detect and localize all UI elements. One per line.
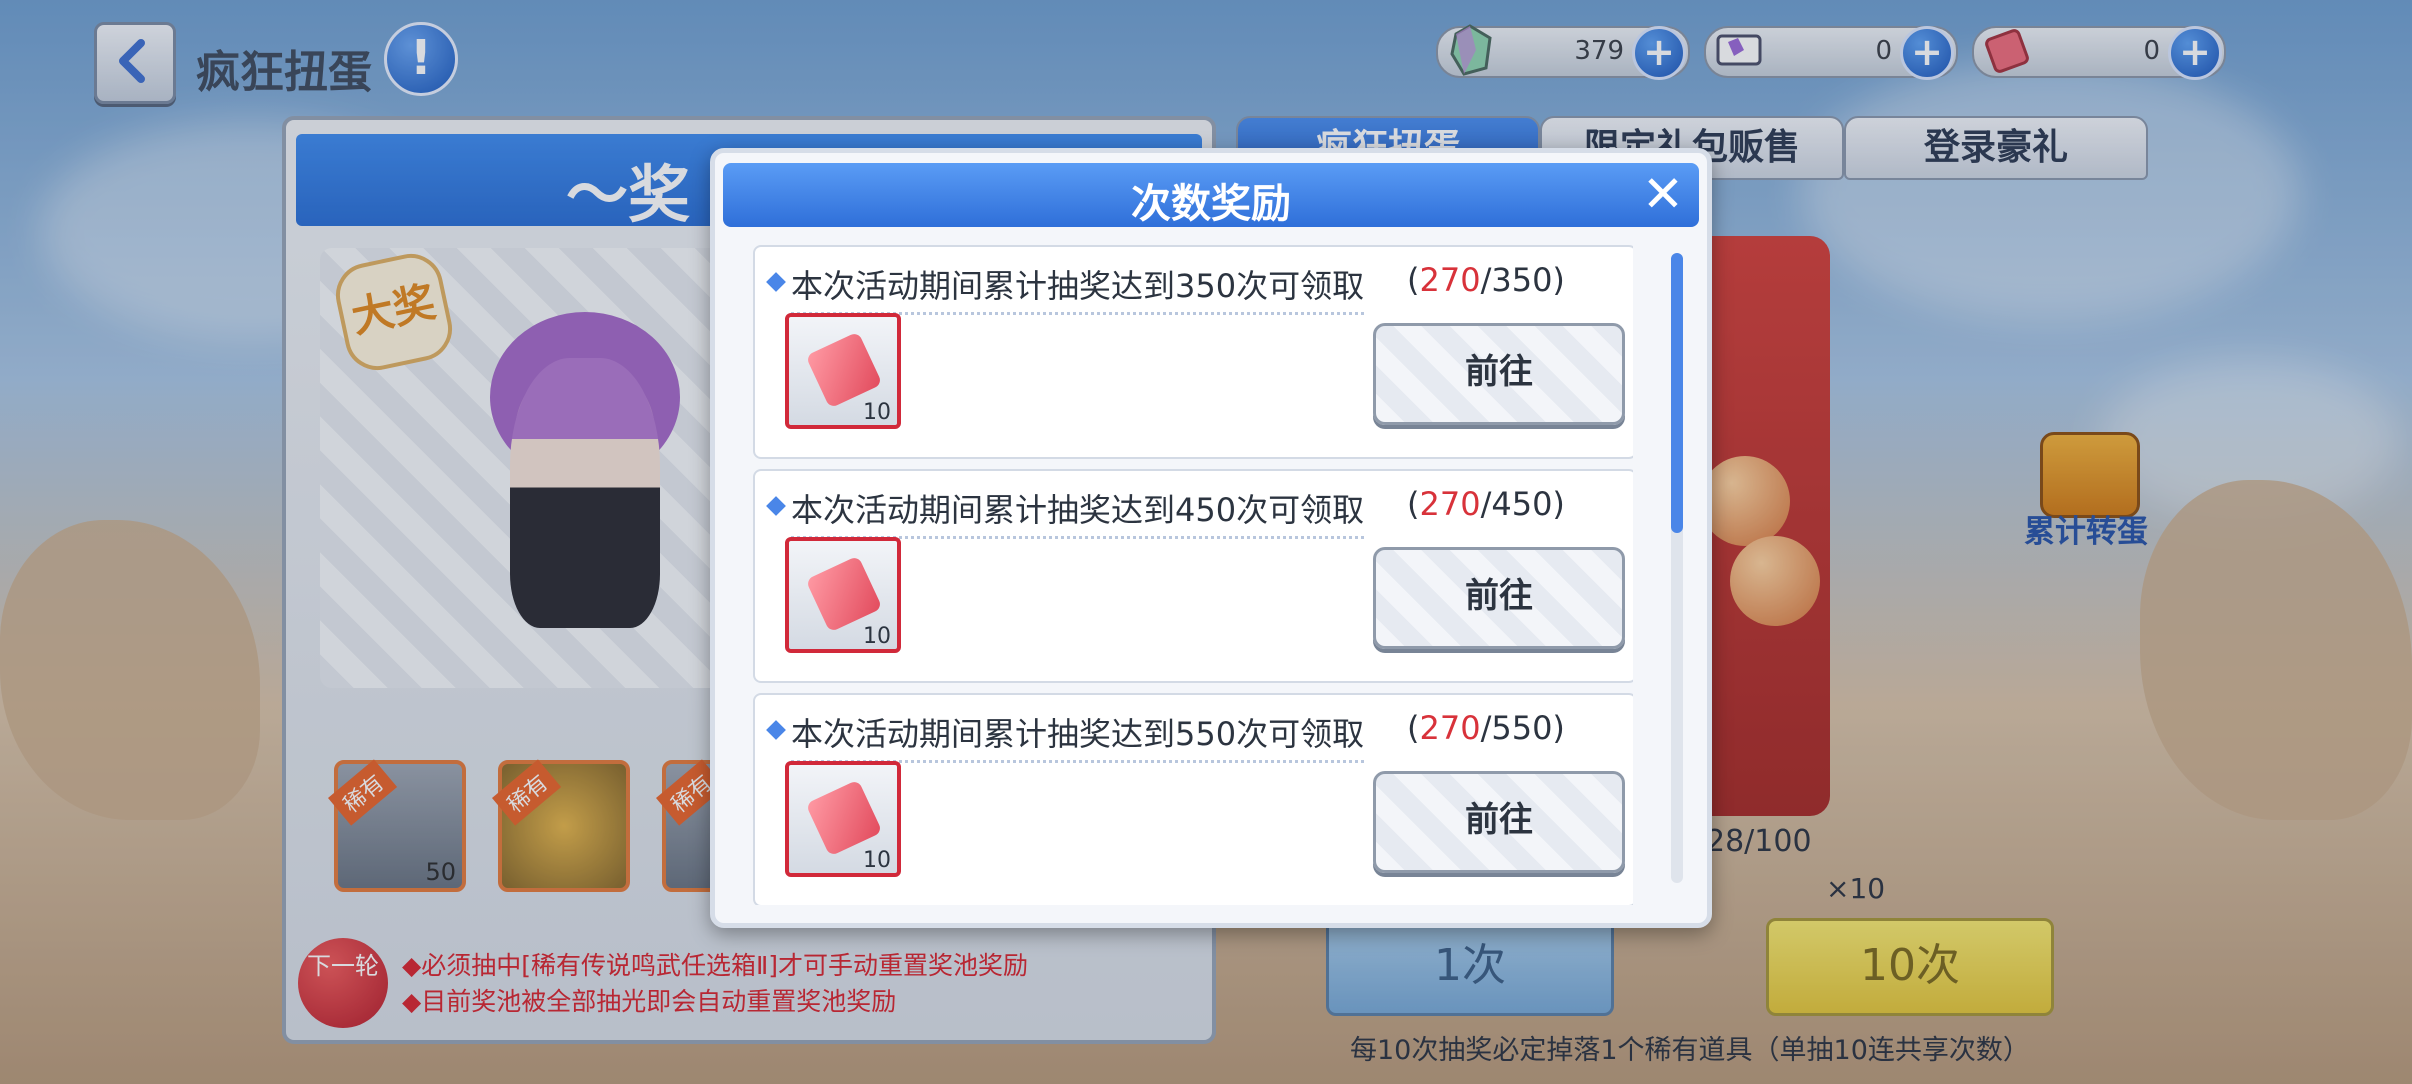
progress-target: /350 [1480,261,1553,299]
reward-progress: (270/350) [1407,261,1565,299]
reward-quantity: 10 [863,848,891,873]
bullet-diamond-icon [766,272,786,292]
reward-progress: (270/450) [1407,485,1565,523]
go-button[interactable]: 前往 [1373,323,1625,425]
progress-current: 270 [1419,261,1481,299]
reward-progress: (270/550) [1407,709,1565,747]
reward-item[interactable]: 10 [785,313,901,429]
bullet-diamond-icon [766,720,786,740]
reward-row: 本次活动期间累计抽奖达到350次可领取 (270/350) 10 前往 [753,245,1633,459]
progress-target: /450 [1480,485,1553,523]
progress-close: ) [1552,485,1565,523]
bullet-diamond-icon [766,496,786,516]
progress-open: ( [1407,261,1420,299]
dialog-header: 次数奖励 ✕ [723,163,1699,227]
progress-close: ) [1552,261,1565,299]
close-icon[interactable]: ✕ [1637,169,1689,221]
red-ticket-icon [805,779,883,857]
reward-item[interactable]: 10 [785,537,901,653]
progress-close: ) [1552,709,1565,747]
go-button[interactable]: 前往 [1373,771,1625,873]
reward-list[interactable]: 本次活动期间累计抽奖达到350次可领取 (270/350) 10 前往 本次活动… [753,245,1633,905]
progress-current: 270 [1419,709,1481,747]
progress-target: /550 [1480,709,1553,747]
scrollbar-thumb[interactable] [1671,253,1683,533]
red-ticket-icon [805,555,883,633]
reward-condition: 本次活动期间累计抽奖达到450次可领取 [791,485,1365,539]
reward-condition: 本次活动期间累计抽奖达到550次可领取 [791,709,1365,763]
dialog-title: 次数奖励 [1131,181,1291,227]
reward-condition: 本次活动期间累计抽奖达到350次可领取 [791,261,1365,315]
reward-item[interactable]: 10 [785,761,901,877]
reward-row: 本次活动期间累计抽奖达到450次可领取 (270/450) 10 前往 [753,469,1633,683]
progress-open: ( [1407,485,1420,523]
scrollbar[interactable] [1671,253,1683,883]
progress-current: 270 [1419,485,1481,523]
count-reward-dialog: 次数奖励 ✕ 本次活动期间累计抽奖达到350次可领取 (270/350) 10 … [710,148,1712,928]
reward-quantity: 10 [863,624,891,649]
red-ticket-icon [805,331,883,409]
reward-quantity: 10 [863,400,891,425]
progress-open: ( [1407,709,1420,747]
go-button[interactable]: 前往 [1373,547,1625,649]
reward-row: 本次活动期间累计抽奖达到550次可领取 (270/550) 10 前往 [753,693,1633,905]
